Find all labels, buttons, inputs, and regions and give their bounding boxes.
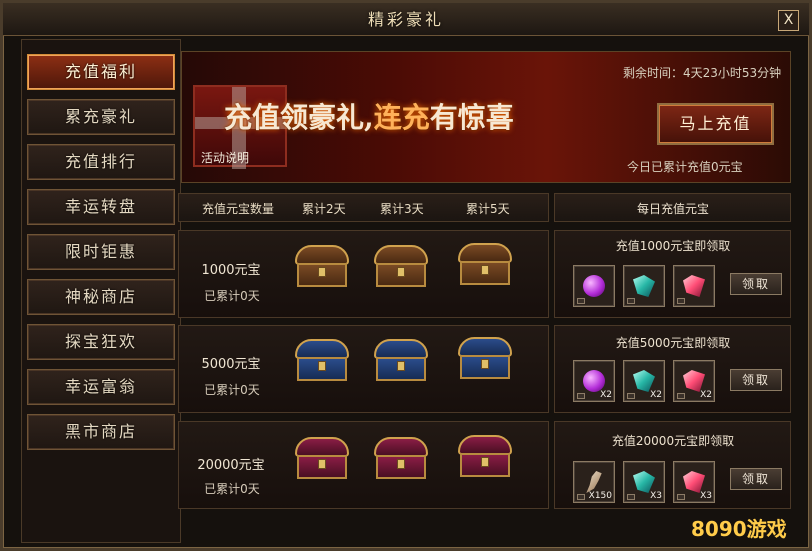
charge-now-button[interactable]: 马上充值 <box>657 103 774 145</box>
treasure-chest-icon[interactable] <box>455 333 515 387</box>
reward-item[interactable]: X2 <box>673 360 715 402</box>
treasure-chest-icon[interactable] <box>292 433 352 487</box>
reward-section-title: 充值5000元宝即领取 <box>615 336 731 350</box>
sidebar-item-leichong-haoli[interactable]: 累充豪礼 <box>27 99 175 135</box>
lock-icon <box>627 393 635 399</box>
row-amount: 1000元宝 <box>201 263 261 278</box>
treasure-chest-icon[interactable] <box>371 335 431 389</box>
lock-icon <box>577 393 585 399</box>
claim-button[interactable]: 领取 <box>730 273 782 295</box>
row-accumulated: 已累计0天 <box>204 289 260 303</box>
sidebar-item-label: 幸运转盘 <box>64 197 137 216</box>
watermark-logo: 8090游戏 <box>691 508 807 546</box>
watermark-number: 8090 <box>691 517 747 541</box>
teal-crystal-icon <box>633 275 655 297</box>
sidebar-item-label: 神秘商店 <box>64 287 137 306</box>
header-amount: 充值元宝数量 <box>202 202 275 216</box>
lock-icon <box>677 298 685 304</box>
treasure-chest-icon[interactable] <box>371 433 431 487</box>
item-quantity: X150 <box>588 491 612 501</box>
sidebar-item-shenmi-shangdian[interactable]: 神秘商店 <box>27 279 175 315</box>
lock-icon <box>677 494 685 500</box>
reward-section-title: 充值20000元宝即领取 <box>611 434 735 448</box>
reward-item[interactable] <box>623 265 665 307</box>
header-5-days: 累计5天 <box>466 202 510 216</box>
reward-item[interactable] <box>573 265 615 307</box>
purple-orb-icon <box>583 370 605 392</box>
item-quantity: X2 <box>700 390 712 400</box>
item-quantity: X3 <box>650 491 662 501</box>
reward-item[interactable]: X3 <box>623 461 665 503</box>
time-left: 剩余时间：4天23小时53分钟 <box>623 66 782 80</box>
game-window: 精彩豪礼 X 充值福利 累充豪礼 充值排行 幸运转盘 限时钜惠 神秘商店 探宝狂… <box>0 0 812 551</box>
sidebar-item-label: 充值福利 <box>64 62 137 81</box>
headline-part-2: 连充 <box>373 101 430 134</box>
sidebar-item-chongzhi-paihang[interactable]: 充值排行 <box>27 144 175 180</box>
treasure-chest-icon[interactable] <box>292 335 352 389</box>
pink-crystal-icon <box>683 471 705 493</box>
rules-link[interactable]: 活动说明 <box>201 149 281 167</box>
today-total: 今日已累计充值0元宝 <box>627 160 743 174</box>
header-2-days: 累计2天 <box>302 202 346 216</box>
teal-crystal-icon <box>633 370 655 392</box>
headline-part-1: 充值领豪礼, <box>224 101 374 134</box>
window-title: 精彩豪礼 <box>367 10 444 29</box>
close-button[interactable]: X <box>778 10 799 31</box>
sidebar-item-label: 幸运富翁 <box>64 377 137 396</box>
pink-crystal-icon <box>683 275 705 297</box>
claim-button[interactable]: 领取 <box>730 468 782 490</box>
item-quantity: X2 <box>650 390 662 400</box>
treasure-chest-icon[interactable] <box>371 241 431 295</box>
sidebar-item-label: 限时钜惠 <box>64 242 137 261</box>
row-accumulated: 已累计0天 <box>204 383 260 397</box>
purple-orb-icon <box>583 275 605 297</box>
watermark-text: 游戏 <box>746 517 787 541</box>
daily-recharge-title: 每日充值元宝 <box>636 202 709 216</box>
treasure-chest-icon[interactable] <box>455 431 515 485</box>
sidebar-item-label: 充值排行 <box>64 152 137 171</box>
row-amount: 5000元宝 <box>201 357 261 372</box>
lock-icon <box>677 393 685 399</box>
item-quantity: X2 <box>600 390 612 400</box>
sidebar-item-label: 探宝狂欢 <box>64 332 137 351</box>
reward-item[interactable] <box>673 265 715 307</box>
sidebar-item-heishi-shangdian[interactable]: 黑市商店 <box>27 414 175 450</box>
treasure-chest-icon[interactable] <box>455 239 515 293</box>
reward-section-title: 充值1000元宝即领取 <box>615 239 731 253</box>
sidebar-item-xianshi-juhui[interactable]: 限时钜惠 <box>27 234 175 270</box>
claim-button[interactable]: 领取 <box>730 369 782 391</box>
reward-item[interactable]: X2 <box>623 360 665 402</box>
window-titlebar: 精彩豪礼 X <box>3 3 809 36</box>
row-amount: 20000元宝 <box>197 458 265 473</box>
teal-crystal-icon <box>633 471 655 493</box>
row-accumulated: 已累计0天 <box>204 482 260 496</box>
sidebar-item-xingyun-zhuanpan[interactable]: 幸运转盘 <box>27 189 175 225</box>
sidebar-item-label: 累充豪礼 <box>64 107 137 126</box>
banner-headline: 充值领豪礼,连充有惊喜 <box>224 97 644 139</box>
sidebar-item-chongzhi-fuli[interactable]: 充值福利 <box>27 54 175 90</box>
sidebar-item-tanbao-kuanghuan[interactable]: 探宝狂欢 <box>27 324 175 360</box>
reward-item[interactable]: X2 <box>573 360 615 402</box>
lock-icon <box>627 494 635 500</box>
lock-icon <box>627 298 635 304</box>
feather-icon <box>586 471 602 493</box>
headline-part-3: 有惊喜 <box>429 101 514 134</box>
pink-crystal-icon <box>683 370 705 392</box>
lock-icon <box>577 494 585 500</box>
item-quantity: X3 <box>700 491 712 501</box>
sidebar-item-xingyun-fuweng[interactable]: 幸运富翁 <box>27 369 175 405</box>
reward-item[interactable]: X3 <box>673 461 715 503</box>
header-3-days: 累计3天 <box>380 202 424 216</box>
treasure-chest-icon[interactable] <box>292 241 352 295</box>
reward-item[interactable]: X150 <box>573 461 615 503</box>
sidebar-item-label: 黑市商店 <box>64 422 137 441</box>
lock-icon <box>577 298 585 304</box>
